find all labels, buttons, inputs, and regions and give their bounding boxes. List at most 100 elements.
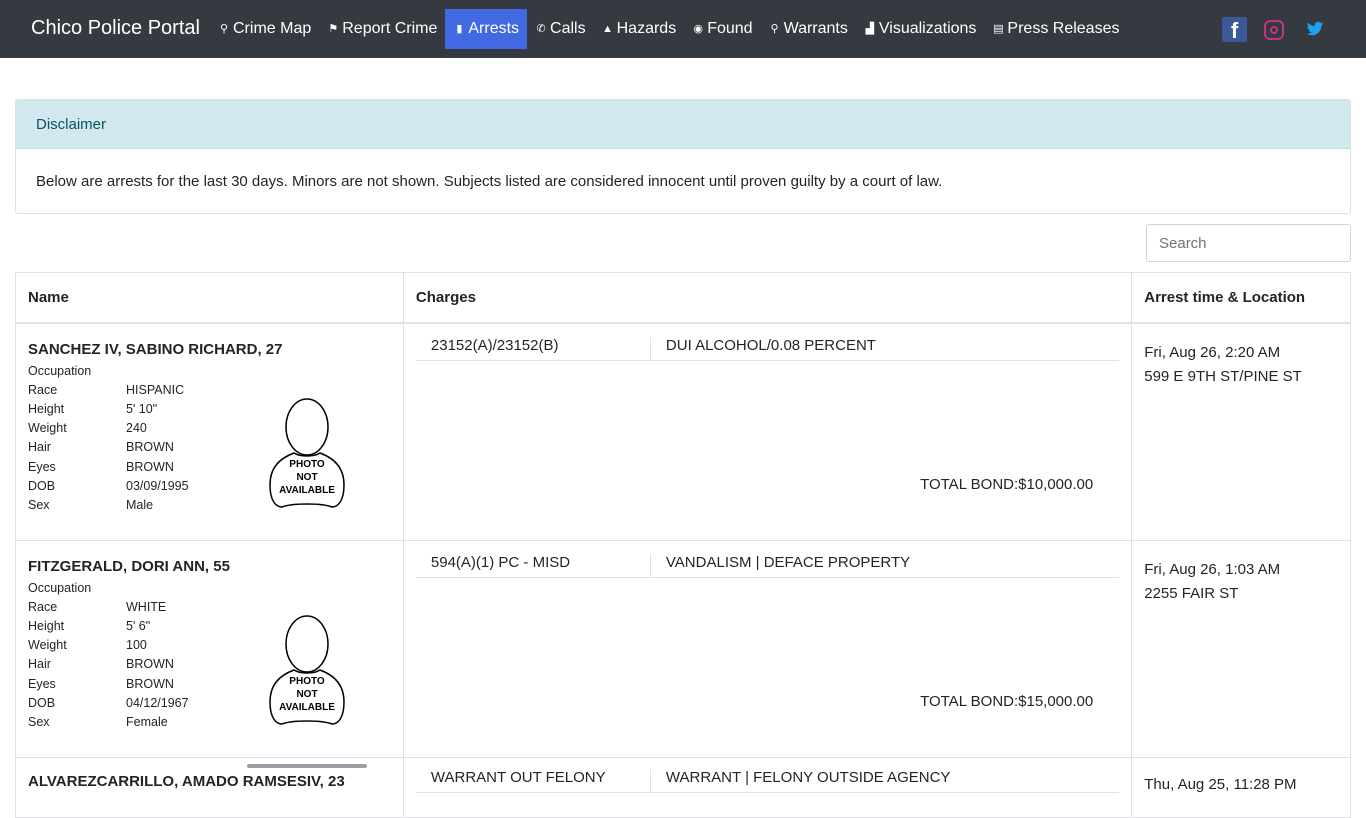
attr-label: Height: [28, 401, 65, 416]
id-card-icon: ▮: [456, 23, 463, 35]
person-name: SANCHEZ IV, SABINO RICHARD, 27: [28, 340, 283, 358]
nav-label: Report Crime: [342, 20, 438, 37]
photo-not-available-image: PHOTO NOT AVAILABLE: [269, 614, 345, 725]
charge-description: VANDALISM | DEFACE PROPERTY: [665, 553, 911, 571]
photo-text: NOT: [296, 689, 317, 700]
horizontal-scrollbar[interactable]: [247, 764, 367, 768]
nav-label: Found: [707, 20, 753, 37]
person-name: ALVAREZCARRILLO, AMADO RAMSESIV, 23: [28, 772, 345, 790]
charge-code: 23152(A)/23152(B): [416, 336, 651, 360]
table-row: ALVAREZCARRILLO, AMADO RAMSESIV, 23 WARR…: [15, 756, 1351, 818]
attr-label: Occupation: [28, 580, 92, 595]
total-bond: TOTAL BOND:$15,000.00: [920, 692, 1094, 710]
facebook-icon[interactable]: f: [1222, 17, 1247, 43]
nav-label: Calls: [550, 20, 586, 37]
phone-icon: ✆: [536, 23, 546, 35]
header-charges[interactable]: Charges: [402, 272, 1133, 324]
nav-label: Warrants: [783, 20, 848, 37]
nav-found[interactable]: ◉ Found: [684, 9, 760, 49]
attr-value: BROWN: [126, 657, 174, 672]
attr-label: Hair: [28, 440, 51, 455]
photo-text: AVAILABLE: [279, 485, 335, 496]
attr-value: 5' 6": [126, 618, 151, 633]
nav-report-crime[interactable]: ⚑ Report Crime: [319, 9, 445, 49]
nav-arrests[interactable]: ▮ Arrests: [445, 9, 528, 49]
search-input[interactable]: [1146, 224, 1351, 262]
attr-label: Sex: [28, 497, 50, 512]
attr-value: 240: [126, 421, 147, 436]
photo-not-available-image: PHOTO NOT AVAILABLE: [269, 397, 345, 508]
table-row: SANCHEZ IV, SABINO RICHARD, 27 Occupatio…: [15, 322, 1351, 541]
arrest-location: 2255 FAIR ST: [1144, 584, 1239, 602]
charges-cell: 23152(A)/23152(B) DUI ALCOHOL/0.08 PERCE…: [402, 322, 1133, 541]
arrest-cell: Fri, Aug 26, 2:20 AM 599 E 9TH ST/PINE S…: [1131, 322, 1351, 541]
attr-label: Height: [28, 618, 65, 633]
nav-visualizations[interactable]: ▟ Visualizations: [856, 9, 985, 49]
attr-value: 5' 10": [126, 401, 158, 416]
arrest-cell: Thu, Aug 25, 11:28 PM: [1131, 756, 1351, 818]
nav-label: Hazards: [616, 20, 677, 37]
disclaimer-panel: Disclaimer Below are arrests for the las…: [15, 99, 1351, 214]
map-marker-icon: ⚲: [219, 23, 229, 35]
photo-text: PHOTO: [289, 676, 325, 687]
attr-label: Sex: [28, 714, 50, 729]
attr-label: Race: [28, 382, 58, 397]
twitter-icon[interactable]: [1306, 20, 1324, 38]
photo-text: PHOTO: [289, 459, 325, 470]
arrest-time: Fri, Aug 26, 1:03 AM: [1144, 560, 1281, 578]
attr-label: Hair: [28, 657, 51, 672]
attr-value: BROWN: [126, 459, 174, 474]
charge-code: 594(A)(1) PC - MISD: [416, 553, 651, 577]
newspaper-icon: ▤: [993, 23, 1004, 35]
attr-label: Eyes: [28, 459, 56, 474]
attr-value: Female: [126, 714, 168, 729]
attr-label: DOB: [28, 695, 56, 710]
arrests-table: Name Charges Arrest time & Location SANC…: [15, 272, 1351, 818]
nav-label: Crime Map: [233, 20, 312, 37]
attr-value: 100: [126, 638, 147, 653]
brand-title[interactable]: Chico Police Portal: [31, 17, 200, 40]
charge-line: WARRANT OUT FELONY WARRANT | FELONY OUTS…: [415, 768, 1120, 793]
warning-icon: ▲: [602, 23, 614, 35]
attr-label: DOB: [28, 478, 56, 493]
table-row: FITZGERALD, DORI ANN, 55 Occupation Race…: [15, 539, 1351, 758]
nav-crime-map[interactable]: ⚲ Crime Map: [210, 9, 319, 49]
charges-cell: 594(A)(1) PC - MISD VANDALISM | DEFACE P…: [402, 539, 1133, 758]
charge-code: WARRANT OUT FELONY: [416, 768, 651, 792]
charges-cell: WARRANT OUT FELONY WARRANT | FELONY OUTS…: [402, 756, 1133, 818]
person-cell: SANCHEZ IV, SABINO RICHARD, 27 Occupatio…: [15, 322, 404, 541]
charge-description: DUI ALCOHOL/0.08 PERCENT: [665, 336, 876, 354]
chart-icon: ▟: [865, 23, 875, 35]
main-nav: ⚲ Crime Map ⚑ Report Crime ▮ Arrests ✆ Calls…: [210, 9, 1127, 49]
attr-label: Race: [28, 599, 58, 614]
attr-value: 04/12/1967: [126, 695, 189, 710]
disclaimer-title: Disclaimer: [16, 100, 1350, 149]
top-navbar: Chico Police Portal ⚲ Crime Map ⚑ Report C…: [0, 0, 1366, 58]
attr-value: WHITE: [126, 599, 167, 614]
total-bond: TOTAL BOND:$10,000.00: [920, 475, 1094, 493]
attr-label: Occupation: [28, 363, 92, 378]
instagram-icon[interactable]: [1264, 20, 1284, 40]
nav-label: Arrests: [468, 20, 520, 37]
nav-label: Press Releases: [1007, 20, 1120, 37]
flag-icon: ⚑: [328, 23, 339, 35]
magnify-icon: ⚲: [770, 23, 779, 35]
table-header-row: Name Charges Arrest time & Location: [15, 272, 1351, 324]
nav-label: Visualizations: [878, 20, 977, 37]
person-cell: FITZGERALD, DORI ANN, 55 Occupation Race…: [15, 539, 404, 758]
arrest-time: Fri, Aug 26, 2:20 AM: [1144, 343, 1281, 361]
header-name[interactable]: Name: [15, 272, 404, 324]
attr-value: 03/09/1995: [126, 478, 189, 493]
header-arrest[interactable]: Arrest time & Location: [1131, 272, 1351, 324]
nav-calls[interactable]: ✆ Calls: [527, 9, 594, 49]
arrest-location: 599 E 9TH ST/PINE ST: [1144, 367, 1302, 385]
charge-line: 594(A)(1) PC - MISD VANDALISM | DEFACE P…: [415, 553, 1120, 578]
nav-press-releases[interactable]: ▤ Press Releases: [984, 9, 1127, 49]
attr-value: Male: [126, 497, 154, 512]
photo-text: AVAILABLE: [279, 702, 335, 713]
nav-warrants[interactable]: ⚲ Warrants: [761, 9, 856, 49]
nav-hazards[interactable]: ▲ Hazards: [594, 9, 685, 49]
arrest-cell: Fri, Aug 26, 1:03 AM 2255 FAIR ST: [1131, 539, 1351, 758]
disclaimer-body: Below are arrests for the last 30 days. …: [36, 173, 943, 190]
person-name: FITZGERALD, DORI ANN, 55: [28, 557, 230, 575]
